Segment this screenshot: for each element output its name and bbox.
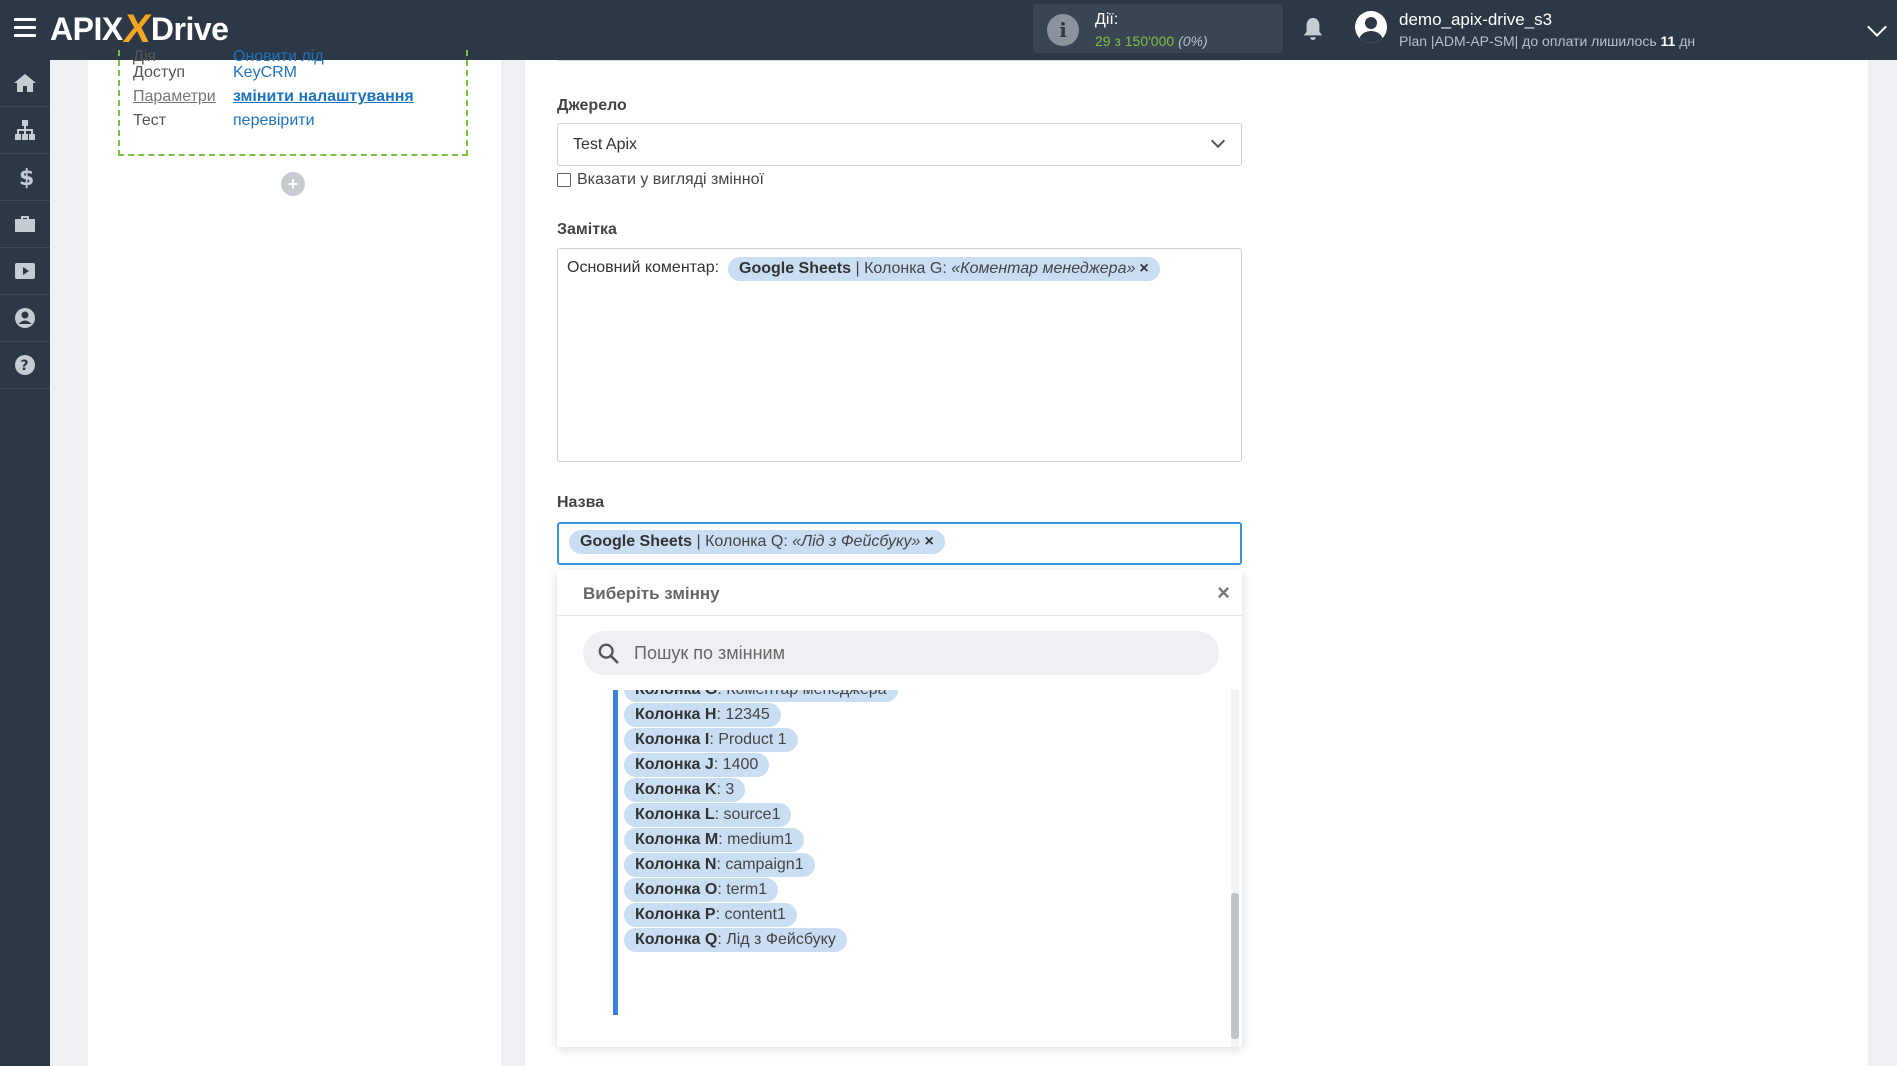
sidebar-item-billing[interactable]: $ (0, 154, 50, 201)
main-panel: Джерело Test Apix Вказати у вигляді змін… (525, 60, 1868, 1066)
note-label: Замітка (557, 221, 617, 238)
variable-list: Колонка G: Коментар менеджера Колонка H:… (557, 690, 1242, 1047)
sidebar-item-account[interactable] (0, 295, 50, 342)
sitemap-icon (15, 120, 35, 140)
scrollbar-thumb[interactable] (1231, 893, 1239, 1039)
steps-panel: Дія Оновити лід Доступ KeyCRM Параметри … (88, 48, 501, 1066)
variable-option[interactable]: Колонка I: Product 1 (624, 728, 798, 752)
dropdown-header: Виберіть змінну × (557, 570, 1242, 616)
variable-option[interactable]: Колонка N: campaign1 (624, 853, 815, 877)
remove-tag-icon[interactable]: × (924, 533, 933, 550)
as-variable-checkbox-row[interactable]: Вказати у вигляді змінної (557, 171, 764, 189)
menu-icon[interactable] (14, 18, 36, 38)
chevron-down-icon[interactable] (1867, 17, 1887, 37)
sidebar: $ ? (0, 60, 50, 1066)
name-label: Назва (557, 494, 605, 511)
sidebar-item-services[interactable] (0, 201, 50, 248)
change-settings-link[interactable]: змінити налаштування (233, 88, 414, 106)
variable-option[interactable]: Колонка P: content1 (624, 903, 797, 927)
actions-counter[interactable]: i Дії: 29 з 150'000 (0%) (1033, 4, 1283, 53)
chevron-down-icon (1210, 133, 1226, 149)
username[interactable]: demo_apix-drive_s3 (1399, 10, 1552, 30)
close-icon[interactable]: × (1217, 580, 1230, 606)
variable-option[interactable]: Колонка O: term1 (624, 878, 779, 902)
sidebar-item-home[interactable] (0, 60, 50, 107)
svg-text:?: ? (21, 358, 29, 374)
variable-dropdown: Виберіть змінну × Пошук по змінним Колон… (557, 570, 1242, 1047)
note-variable-tag[interactable]: Google Sheets | Колонка G: «Коментар мен… (728, 257, 1160, 281)
search-icon (598, 643, 619, 664)
variable-option[interactable]: Колонка L: source1 (624, 803, 792, 827)
step-card: Дія Оновити лід Доступ KeyCRM Параметри … (118, 48, 468, 156)
variable-option[interactable]: Колонка Q: Лід з Фейсбуку (624, 928, 847, 952)
dropdown-title: Виберіть змінну (583, 584, 720, 603)
actions-value: 29 з 150'000 (0%) (1095, 33, 1208, 49)
sidebar-item-help[interactable]: ? (0, 342, 50, 389)
note-prefix-text: Основний коментар: (567, 259, 720, 276)
variable-option[interactable]: Колонка M: medium1 (624, 828, 804, 852)
dollar-icon: $ (19, 166, 34, 189)
group-indicator (613, 690, 618, 1015)
info-icon: i (1047, 14, 1079, 46)
home-icon (14, 74, 36, 92)
logo[interactable]: APIX X Drive (50, 6, 229, 51)
as-variable-checkbox[interactable] (557, 173, 571, 187)
note-field[interactable]: Основний коментар: Google Sheets | Колон… (557, 248, 1242, 462)
name-variable-tag[interactable]: Google Sheets | Колонка Q: «Лід з Фейсбу… (569, 530, 945, 554)
source-value: Test Apix (573, 136, 638, 153)
sidebar-item-video[interactable] (0, 248, 50, 295)
help-icon: ? (15, 355, 35, 375)
as-variable-label: Вказати у вигляді змінної (577, 171, 764, 188)
plan-info: Plan |ADM-AP-SM| до оплати лишилось 11 д… (1399, 33, 1696, 49)
logo-text-drive: Drive (150, 10, 229, 47)
user-icon (15, 308, 35, 328)
source-select[interactable]: Test Apix (557, 123, 1242, 166)
briefcase-icon (15, 216, 35, 232)
variable-option[interactable]: Колонка G: Коментар менеджера (624, 690, 898, 702)
variable-option[interactable]: Колонка K: 3 (624, 778, 746, 802)
add-step-button[interactable]: + (281, 172, 305, 196)
logo-x-mark: X (120, 6, 154, 51)
remove-tag-icon[interactable]: × (1139, 260, 1148, 277)
user-avatar-icon[interactable] (1355, 11, 1387, 43)
source-label: Джерело (557, 97, 627, 114)
youtube-icon (15, 263, 35, 279)
variable-search[interactable]: Пошук по змінним (583, 631, 1219, 675)
sidebar-item-connections[interactable] (0, 107, 50, 154)
logo-text-api: APIX (50, 10, 123, 47)
bell-icon[interactable] (1302, 16, 1324, 42)
actions-label: Дії: (1095, 11, 1119, 28)
test-link[interactable]: перевірити (233, 112, 315, 130)
divider (557, 60, 1240, 61)
variable-option[interactable]: Колонка H: 12345 (624, 703, 781, 727)
svg-text:$: $ (19, 166, 34, 189)
variable-option[interactable]: Колонка J: 1400 (624, 753, 770, 777)
name-field[interactable]: Google Sheets | Колонка Q: «Лід з Фейсбу… (557, 522, 1242, 565)
search-placeholder: Пошук по змінним (634, 643, 785, 663)
